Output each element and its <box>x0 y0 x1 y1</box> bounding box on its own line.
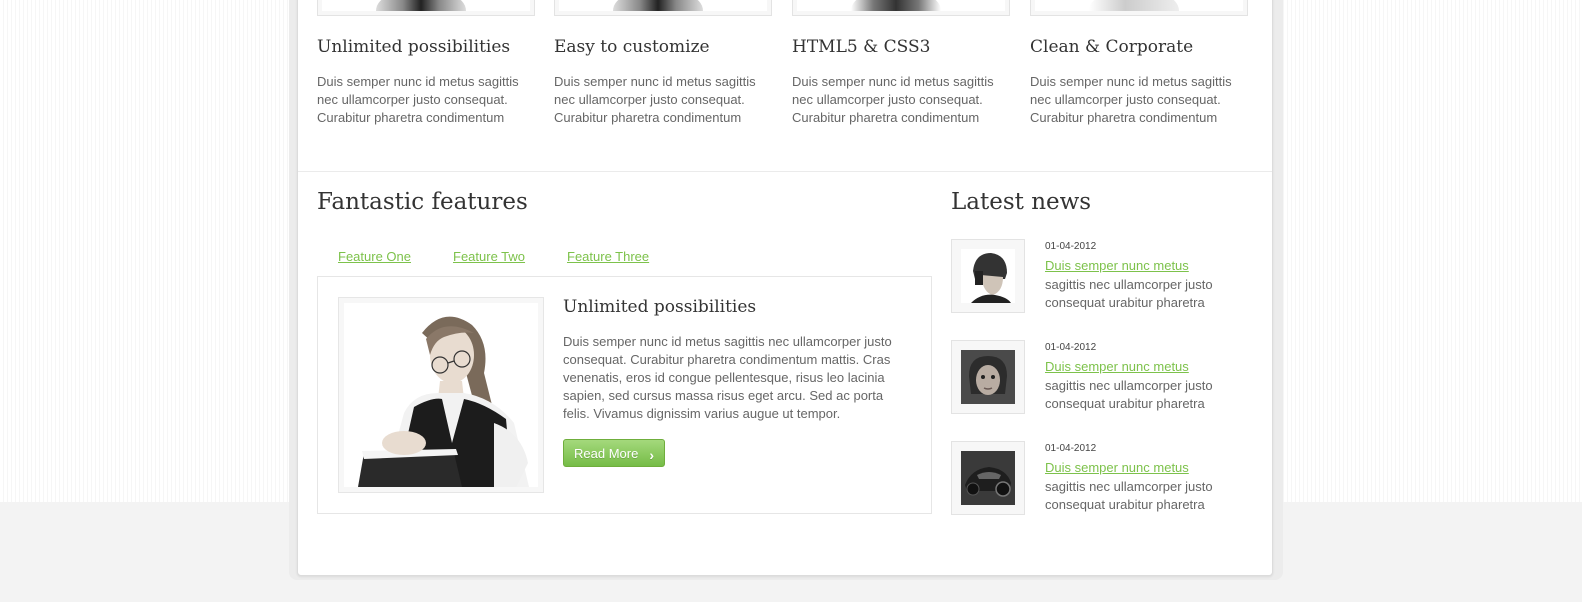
column-title: Clean & Corporate <box>1030 37 1194 57</box>
features-heading: Fantastic features <box>317 189 528 215</box>
tab-feature-three[interactable]: Feature Three <box>567 249 649 264</box>
column-image <box>554 0 772 16</box>
news-text: sagittis nec ullamcorper justo consequat… <box>1045 479 1213 512</box>
column-title: HTML5 & CSS3 <box>792 37 931 57</box>
news-item: 01-04-2012 Duis semper nunc metus sagitt… <box>951 340 1251 416</box>
column-title: Unlimited possibilities <box>317 37 511 57</box>
news-date: 01-04-2012 <box>1045 342 1097 353</box>
helmet-avatar-image <box>961 249 1015 303</box>
chevron-right-icon: › <box>649 447 654 463</box>
news-item: 01-04-2012 Duis semper nunc metus sagitt… <box>951 239 1251 315</box>
news-link[interactable]: Duis semper nunc metus <box>1045 460 1189 475</box>
read-more-button[interactable]: Read More › <box>563 439 665 467</box>
tab-feature-one[interactable]: Feature One <box>338 249 411 264</box>
news-link[interactable]: Duis semper nunc metus <box>1045 359 1189 374</box>
news-thumbnail[interactable] <box>951 340 1025 414</box>
news-text: sagittis nec ullamcorper justo consequat… <box>1045 277 1213 310</box>
pilot-avatar-image <box>961 350 1015 404</box>
main-content: Unlimited possibilities Duis semper nunc… <box>297 0 1273 576</box>
section-divider <box>298 171 1272 172</box>
vehicle-image <box>961 451 1015 505</box>
news-date: 01-04-2012 <box>1045 241 1097 252</box>
column-text: Duis semper nunc id metus sagittis nec u… <box>554 74 756 125</box>
news-heading: Latest news <box>951 189 1092 215</box>
tab-feature-two[interactable]: Feature Two <box>453 249 525 264</box>
column-text: Duis semper nunc id metus sagittis nec u… <box>792 74 994 125</box>
column-text: Duis semper nunc id metus sagittis nec u… <box>1030 74 1232 125</box>
news-link[interactable]: Duis semper nunc metus <box>1045 258 1189 273</box>
read-more-label: Read More <box>574 446 639 461</box>
feature-panel: Unlimited possibilities Duis semper nunc… <box>317 276 932 514</box>
woman-with-folder-image <box>344 303 538 487</box>
news-thumbnail[interactable] <box>951 239 1025 313</box>
column-image <box>1030 0 1248 16</box>
column-text: Duis semper nunc id metus sagittis nec u… <box>317 74 519 125</box>
feature-title: Unlimited possibilities <box>563 297 757 317</box>
news-date: 01-04-2012 <box>1045 443 1097 454</box>
column-title: Easy to customize <box>554 37 710 57</box>
feature-description: Duis semper nunc id metus sagittis nec u… <box>563 334 892 421</box>
news-text: sagittis nec ullamcorper justo consequat… <box>1045 378 1213 411</box>
news-item: 01-04-2012 Duis semper nunc metus sagitt… <box>951 441 1251 517</box>
column-image <box>317 0 535 16</box>
feature-image <box>338 297 544 493</box>
column-image <box>792 0 1010 16</box>
news-thumbnail[interactable] <box>951 441 1025 515</box>
